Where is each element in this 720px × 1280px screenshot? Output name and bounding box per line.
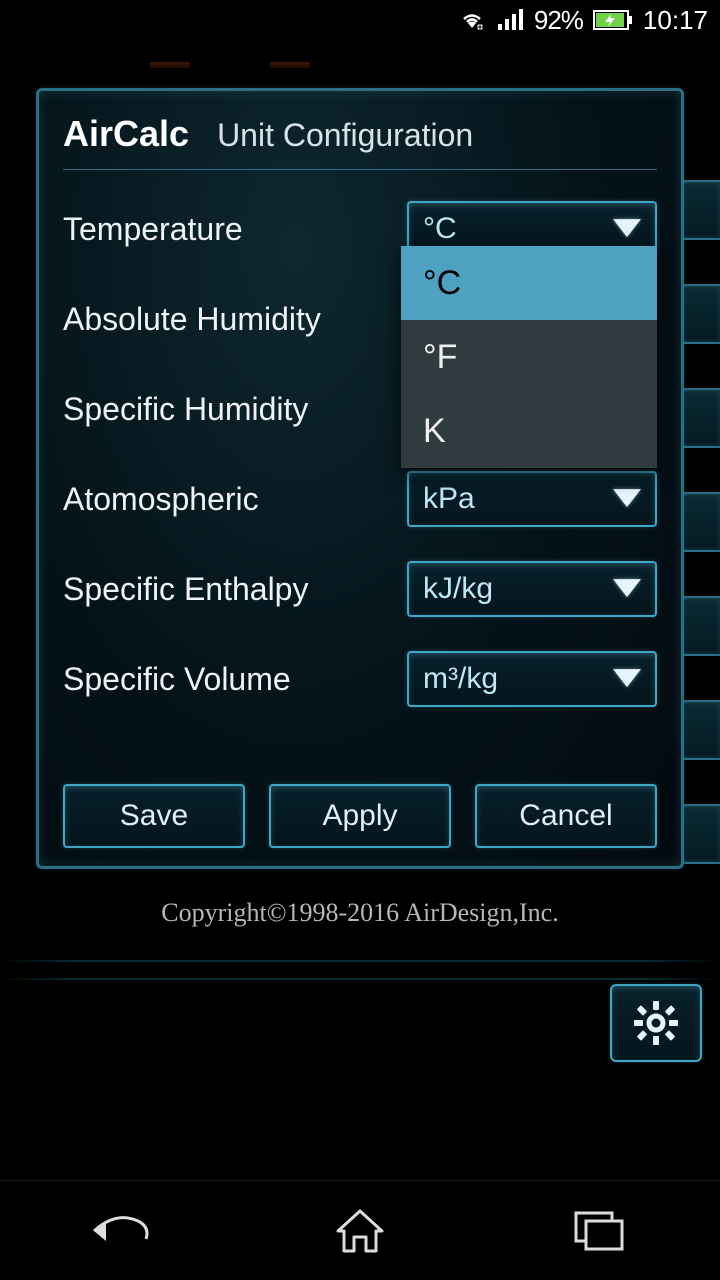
select-value: kPa: [423, 482, 475, 516]
specific-volume-select[interactable]: m³/kg: [407, 651, 657, 707]
config-label: Specific Volume: [63, 661, 291, 698]
dropdown-option-kelvin[interactable]: K: [401, 394, 657, 468]
wifi-icon: [458, 8, 486, 32]
back-icon: [86, 1209, 154, 1253]
chevron-down-icon: [613, 489, 641, 507]
select-value: kJ/kg: [423, 572, 493, 606]
navigation-bar: [0, 1180, 720, 1280]
dialog-header: AirCalc Unit Configuration: [63, 113, 657, 170]
unit-configuration-dialog: AirCalc Unit Configuration Temperature °…: [36, 88, 684, 869]
signal-icon: [496, 8, 524, 32]
status-clock: 10:17: [643, 5, 708, 36]
dropdown-option-fahrenheit[interactable]: °F: [401, 320, 657, 394]
chevron-down-icon: [613, 219, 641, 237]
specific-enthalpy-select[interactable]: kJ/kg: [407, 561, 657, 617]
temperature-dropdown-panel: °C °F K: [401, 246, 657, 468]
atmospheric-select[interactable]: kPa: [407, 471, 657, 527]
config-label: Atomospheric: [63, 481, 259, 518]
cancel-button[interactable]: Cancel: [475, 784, 657, 848]
bg-indicator-marks: [150, 62, 350, 68]
chevron-down-icon: [613, 669, 641, 687]
battery-icon: [593, 8, 633, 32]
gear-icon: [632, 999, 680, 1047]
chevron-down-icon: [613, 579, 641, 597]
home-icon: [334, 1207, 386, 1255]
home-button[interactable]: [300, 1191, 420, 1271]
config-label: Specific Humidity: [63, 391, 308, 428]
recent-apps-button[interactable]: [540, 1191, 660, 1271]
config-row-specific-volume: Specific Volume m³/kg: [63, 634, 657, 724]
settings-button[interactable]: [610, 984, 702, 1062]
select-value: m³/kg: [423, 662, 498, 696]
back-button[interactable]: [60, 1191, 180, 1271]
config-label: Temperature: [63, 211, 243, 248]
select-value: °C: [423, 212, 457, 246]
dialog-title: Unit Configuration: [217, 117, 473, 154]
config-label: Specific Enthalpy: [63, 571, 308, 608]
copyright-text: Copyright©1998-2016 AirDesign,Inc.: [0, 898, 720, 928]
battery-percentage: 92%: [534, 5, 583, 36]
config-row-specific-enthalpy: Specific Enthalpy kJ/kg: [63, 544, 657, 634]
config-label: Absolute Humidity: [63, 301, 321, 338]
save-button[interactable]: Save: [63, 784, 245, 848]
dropdown-option-celsius[interactable]: °C: [401, 246, 657, 320]
app-name: AirCalc: [63, 113, 189, 155]
apply-button[interactable]: Apply: [269, 784, 451, 848]
status-bar: 92% 10:17: [0, 0, 720, 40]
dialog-footer: Save Apply Cancel: [63, 784, 657, 848]
background-edge-tabs: [680, 180, 720, 864]
recent-apps-icon: [572, 1209, 628, 1253]
